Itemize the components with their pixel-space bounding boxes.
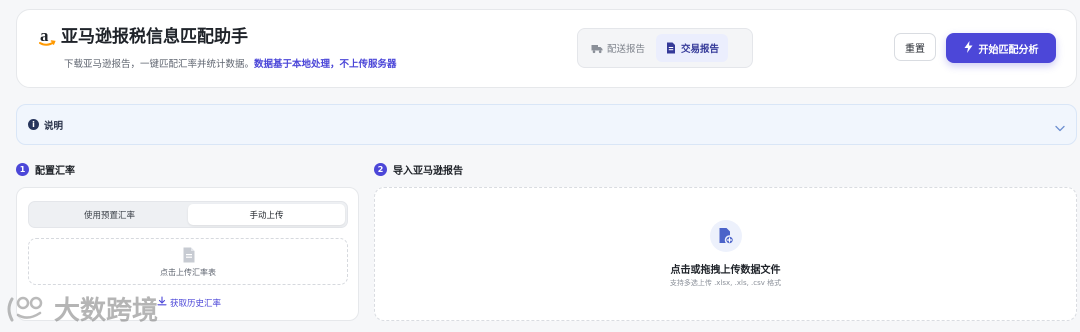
tab-label: 交易报告	[681, 44, 720, 55]
report-upload-dropzone[interactable]: 点击或拖拽上传数据文件 支持多选上传 .xlsx, .xls, .csv 格式	[374, 187, 1077, 321]
step-title: 配置汇率	[35, 166, 75, 177]
reset-button[interactable]: 重置	[894, 33, 936, 61]
step-number: 1	[16, 163, 29, 176]
info-icon: i	[28, 119, 39, 130]
instructions-panel[interactable]: i 说明	[16, 104, 1077, 145]
truck-icon	[591, 42, 603, 54]
upload-hint: 支持多选上传 .xlsx, .xls, .csv 格式	[669, 279, 782, 287]
history-link-label: 获取历史汇率	[170, 298, 222, 309]
page-subtitle: 下载亚马逊报告，一键匹配汇率并统计数据。数据基于本地处理，不上传服务器	[64, 58, 397, 72]
start-analysis-button[interactable]: 开始匹配分析	[946, 33, 1056, 63]
subtitle-highlight: 数据基于本地处理，不上传服务器	[254, 59, 397, 70]
watermark-logo-icon	[4, 293, 48, 325]
manual-upload-option[interactable]: 手动上传	[188, 204, 345, 225]
tab-delivery-report[interactable]: 配送报告	[582, 34, 654, 62]
instructions-label: 说明	[44, 120, 64, 132]
rate-source-toggle: 使用预置汇率 手动上传	[28, 201, 348, 228]
rate-upload-dropzone[interactable]: 点击上传汇率表	[28, 238, 348, 285]
document-icon	[665, 42, 677, 54]
tab-transaction-report[interactable]: 交易报告	[656, 34, 729, 62]
lightning-icon	[964, 40, 973, 56]
step-heading-report: 2 导入亚马逊报告	[374, 162, 463, 177]
upload-file-icon	[710, 220, 742, 252]
start-button-label: 开始匹配分析	[978, 44, 1039, 56]
amazon-a-icon: a	[38, 26, 56, 48]
watermark: 大数跨境	[4, 290, 158, 327]
subtitle-text: 下载亚马逊报告，一键匹配汇率并统计数据。	[64, 59, 255, 70]
step-title: 导入亚马逊报告	[393, 166, 463, 177]
watermark-text: 大数跨境	[54, 296, 159, 326]
tab-label: 配送报告	[607, 44, 646, 55]
upload-title: 点击或拖拽上传数据文件	[670, 265, 781, 276]
history-rate-link[interactable]: 获取历史汇率	[157, 296, 221, 309]
preset-rate-option[interactable]: 使用预置汇率	[31, 204, 188, 225]
rate-upload-text: 点击上传汇率表	[160, 268, 216, 277]
svg-text:a: a	[40, 26, 49, 45]
header-card: a 亚马逊报税信息匹配助手 下载亚马逊报告，一键匹配汇率并统计数据。数据基于本地…	[16, 9, 1077, 88]
step-number: 2	[374, 163, 387, 176]
download-icon	[157, 296, 167, 309]
file-icon	[182, 247, 196, 263]
step-heading-rate: 1 配置汇率	[16, 162, 75, 177]
report-type-tabs: 配送报告 交易报告	[577, 28, 753, 68]
chevron-down-icon[interactable]	[1054, 119, 1066, 132]
page-title: 亚马逊报税信息匹配助手	[61, 27, 248, 47]
